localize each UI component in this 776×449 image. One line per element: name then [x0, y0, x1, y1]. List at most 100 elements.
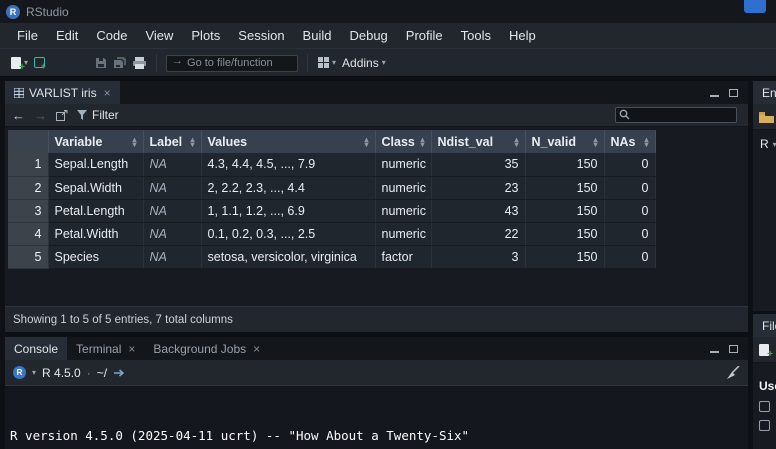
column-header-variable[interactable]: Variable	[48, 130, 143, 153]
tab-files[interactable]: Files	[753, 314, 776, 337]
row-number: 1	[8, 153, 48, 176]
cell-n-valid: 150	[525, 245, 604, 268]
project-icon[interactable]	[744, 0, 766, 13]
column-header-class[interactable]: Class	[375, 130, 431, 153]
table-row[interactable]: 2 Sepal.Width NA 2, 2.2, 2.3, ..., 4.4 n…	[8, 176, 655, 199]
cell-class: numeric	[375, 176, 431, 199]
menu-item-debug[interactable]: Debug	[340, 28, 396, 43]
menu-item-session[interactable]: Session	[229, 28, 293, 43]
viewer-tabstrip: VARLIST iris ×	[5, 81, 748, 104]
tab-label: Files	[762, 319, 776, 333]
r-logo-icon: R	[13, 366, 26, 379]
tab-console[interactable]: Console	[5, 337, 67, 360]
menu-item-view[interactable]: View	[136, 28, 182, 43]
cell-ndist-val: 22	[431, 222, 525, 245]
tab-varlist-iris[interactable]: VARLIST iris ×	[5, 81, 120, 104]
menu-item-plots[interactable]: Plots	[182, 28, 229, 43]
new-blank-file-icon[interactable]: +	[759, 344, 769, 356]
menu-item-code[interactable]: Code	[87, 28, 136, 43]
cell-nas: 0	[604, 245, 655, 268]
popout-icon[interactable]	[56, 110, 68, 121]
chevron-down-icon[interactable]: ▾	[32, 368, 36, 377]
column-label: Class	[382, 135, 415, 149]
console-pane: Console Terminal × Background Jobs × R ▾	[5, 337, 748, 449]
maximize-icon[interactable]	[729, 89, 738, 97]
column-header-label[interactable]: Label	[143, 130, 201, 153]
minimize-icon[interactable]	[710, 351, 719, 353]
file-checkbox[interactable]	[759, 420, 770, 431]
menu-item-help[interactable]: Help	[500, 28, 545, 43]
new-project-icon	[34, 57, 45, 68]
tab-background-jobs[interactable]: Background Jobs ×	[144, 337, 269, 360]
clear-console-broom-icon[interactable]	[725, 366, 740, 379]
cell-class: numeric	[375, 199, 431, 222]
sort-icon[interactable]	[364, 137, 368, 147]
toolbar-separator	[156, 54, 157, 72]
environment-tabstrip: Environment	[753, 81, 776, 104]
column-label: Ndist_val	[438, 135, 494, 149]
forward-icon[interactable]: →	[34, 108, 47, 123]
minimize-icon[interactable]	[710, 95, 719, 97]
menu-item-build[interactable]: Build	[294, 28, 341, 43]
goto-directory-icon[interactable]	[113, 368, 126, 378]
close-icon[interactable]: ×	[253, 342, 260, 356]
new-file-icon: +	[11, 57, 21, 69]
cell-n-valid: 150	[525, 176, 604, 199]
files-tabstrip: Files	[753, 314, 776, 337]
cell-variable: Petal.Width	[48, 222, 143, 245]
panes-layout-button[interactable]: ▾	[315, 55, 339, 70]
column-header-values[interactable]: Values	[201, 130, 375, 153]
column-label: Label	[150, 135, 183, 149]
table-row[interactable]: 5 Species NA setosa, versicolor, virgini…	[8, 245, 655, 268]
filter-button[interactable]: Filter	[77, 108, 119, 122]
table-row[interactable]: 1 Sepal.Length NA 4.3, 4.4, 4.5, ..., 7.…	[8, 153, 655, 176]
close-icon[interactable]: ×	[128, 342, 135, 356]
new-file-button[interactable]: + ▾	[8, 55, 31, 71]
menu-item-edit[interactable]: Edit	[47, 28, 87, 43]
new-project-button[interactable]	[31, 55, 48, 70]
save-button[interactable]	[92, 55, 110, 71]
sort-icon[interactable]	[420, 137, 424, 147]
column-header-ndist-val[interactable]: Ndist_val	[431, 130, 525, 153]
menu-item-profile[interactable]: Profile	[397, 28, 452, 43]
row-number: 2	[8, 176, 48, 199]
close-icon[interactable]: ×	[104, 86, 111, 100]
back-icon[interactable]: ←	[12, 108, 25, 123]
sort-icon[interactable]	[190, 137, 194, 147]
load-workspace-folder-icon[interactable]	[759, 111, 774, 123]
column-header-n-valid[interactable]: N_valid	[525, 130, 604, 153]
console-output[interactable]: R version 4.5.0 (2025-04-11 ucrt) -- "Ho…	[5, 386, 748, 449]
table-search-input[interactable]	[615, 107, 737, 123]
save-all-button[interactable]	[110, 55, 130, 71]
sort-icon[interactable]	[132, 137, 136, 147]
print-button[interactable]	[130, 55, 149, 71]
column-label: Variable	[55, 135, 103, 149]
addins-button[interactable]: Addins ▾	[339, 54, 389, 72]
cell-class: factor	[375, 245, 431, 268]
environment-language-selector[interactable]: R ▾	[760, 137, 776, 151]
goto-file-input[interactable]	[166, 55, 298, 72]
menu-item-file[interactable]: File	[8, 28, 47, 43]
table-row[interactable]: 3 Petal.Length NA 1, 1.1, 1.2, ..., 6.9 …	[8, 199, 655, 222]
column-header-nas[interactable]: NAs	[604, 130, 655, 153]
menu-item-tools[interactable]: Tools	[452, 28, 500, 43]
tab-label: Background Jobs	[153, 342, 246, 356]
r-version-label: R 4.5.0	[42, 366, 81, 380]
cell-values: 0.1, 0.2, 0.3, ..., 2.5	[201, 222, 375, 245]
goto-arrow-icon: →	[172, 55, 183, 67]
table-row[interactable]: 4 Petal.Width NA 0.1, 0.2, 0.3, ..., 2.5…	[8, 222, 655, 245]
file-checkbox[interactable]	[759, 401, 770, 412]
tab-label: VARLIST iris	[29, 86, 97, 100]
cell-values: 1, 1.1, 1.2, ..., 6.9	[201, 199, 375, 222]
sort-icon[interactable]	[644, 137, 648, 147]
tab-environment[interactable]: Environment	[753, 81, 776, 104]
sort-icon[interactable]	[593, 137, 597, 147]
cell-class: numeric	[375, 222, 431, 245]
titlebar: R RStudio	[0, 0, 776, 23]
cell-label: NA	[143, 222, 201, 245]
console-tabstrip: Console Terminal × Background Jobs ×	[5, 337, 748, 360]
tab-terminal[interactable]: Terminal ×	[67, 337, 144, 360]
sort-icon[interactable]	[514, 137, 518, 147]
maximize-icon[interactable]	[729, 345, 738, 353]
cell-label: NA	[143, 153, 201, 176]
